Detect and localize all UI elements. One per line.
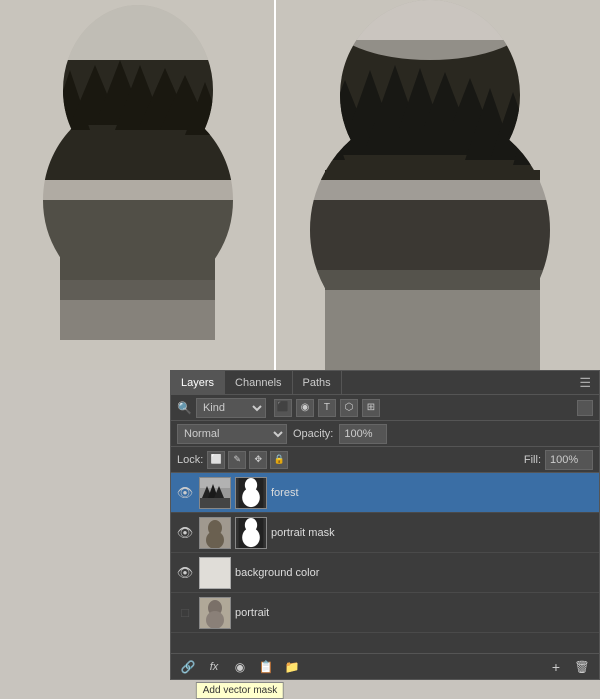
panel-menu-icon[interactable]: ☰ — [575, 375, 595, 391]
layers-panel: Layers Channels Paths ☰ 🔍 Kind ⬛ ◉ T ⬡ ⊞… — [170, 370, 600, 680]
eye-icon-forest[interactable]: 👁 — [175, 483, 195, 503]
layer-thumb-background-color — [199, 557, 231, 589]
search-icon: 🔍 — [177, 401, 192, 415]
fill-label: Fill: — [524, 454, 541, 466]
layer-thumb-portrait — [199, 597, 231, 629]
canvas-left-svg — [0, 0, 275, 370]
kind-select[interactable]: Kind — [196, 398, 266, 418]
panel-header: Layers Channels Paths ☰ — [171, 371, 599, 395]
blend-mode-select[interactable]: Normal — [177, 424, 287, 444]
layer-name-forest: forest — [271, 487, 595, 499]
tooltip-add-vector-mask: Add vector mask — [196, 682, 284, 699]
layer-row-portrait[interactable]: □ portrait — [171, 593, 599, 633]
lock-position-btn[interactable]: ✥ — [249, 451, 267, 469]
lock-row: Lock: ⬜ ✎ ✥ 🔒 Fill: 100% — [171, 447, 599, 473]
layer-name-portrait-mask: portrait mask — [271, 527, 595, 539]
filter-icons: ⬛ ◉ T ⬡ ⊞ — [274, 399, 380, 417]
opacity-value[interactable]: 100% — [339, 424, 387, 444]
tab-layers[interactable]: Layers — [171, 371, 225, 395]
filter-row: 🔍 Kind ⬛ ◉ T ⬡ ⊞ — [171, 395, 599, 421]
lock-all-btn[interactable]: 🔒 — [270, 451, 288, 469]
canvas-area — [0, 0, 600, 370]
canvas-left — [0, 0, 275, 370]
lock-pixels-btn[interactable]: ✎ — [228, 451, 246, 469]
layer-row-portrait-mask[interactable]: 👁 portrait mask — [171, 513, 599, 553]
blend-row: Normal Opacity: 100% — [171, 421, 599, 447]
tab-paths[interactable]: Paths — [293, 371, 342, 395]
eye-icon-portrait-mask[interactable]: 👁 — [175, 523, 195, 543]
canvas-divider — [274, 0, 276, 370]
link-button[interactable]: 🔗 — [177, 657, 199, 677]
canvas-right-svg — [275, 0, 600, 370]
layer-row-background-color[interactable]: 👁 background color — [171, 553, 599, 593]
tab-channels[interactable]: Channels — [225, 371, 292, 395]
delete-layer-button[interactable]: 🗑 — [571, 657, 593, 677]
eye-icon-portrait: □ — [175, 603, 195, 623]
filter-toggle[interactable] — [577, 400, 593, 416]
layer-name-portrait: portrait — [235, 607, 595, 619]
lock-icons: ⬜ ✎ ✥ 🔒 — [207, 451, 288, 469]
canvas-right — [275, 0, 600, 370]
layer-thumb-forest — [199, 477, 231, 509]
layer-mask-forest — [235, 477, 267, 509]
group-button[interactable]: 📁 — [281, 657, 303, 677]
filter-shape-icon[interactable]: ⬡ — [340, 399, 358, 417]
opacity-label: Opacity: — [293, 428, 333, 440]
panel-toolbar: 🔗 fx ◉ Add vector mask 📋 📁 + 🗑 — [171, 653, 599, 679]
layer-mask-portrait-mask — [235, 517, 267, 549]
add-mask-container: ◉ Add vector mask — [229, 657, 251, 677]
filter-pixel-icon[interactable]: ⬛ — [274, 399, 292, 417]
fx-button[interactable]: fx — [203, 657, 225, 677]
adjustment-button[interactable]: 📋 — [255, 657, 277, 677]
layer-name-background-color: background color — [235, 567, 595, 579]
filter-fx-icon[interactable]: ◉ — [296, 399, 314, 417]
layer-row-forest[interactable]: 👁 forest — [171, 473, 599, 513]
layer-thumb-portrait-mask — [199, 517, 231, 549]
eye-icon-background-color[interactable]: 👁 — [175, 563, 195, 583]
new-layer-button[interactable]: + — [545, 657, 567, 677]
layers-list: 👁 forest 👁 portrait mask 👁 — [171, 473, 599, 633]
fill-value[interactable]: 100% — [545, 450, 593, 470]
filter-type-icon[interactable]: T — [318, 399, 336, 417]
add-mask-button[interactable]: ◉ — [229, 657, 251, 677]
lock-label: Lock: — [177, 454, 203, 466]
filter-smart-icon[interactable]: ⊞ — [362, 399, 380, 417]
lock-transparent-btn[interactable]: ⬜ — [207, 451, 225, 469]
